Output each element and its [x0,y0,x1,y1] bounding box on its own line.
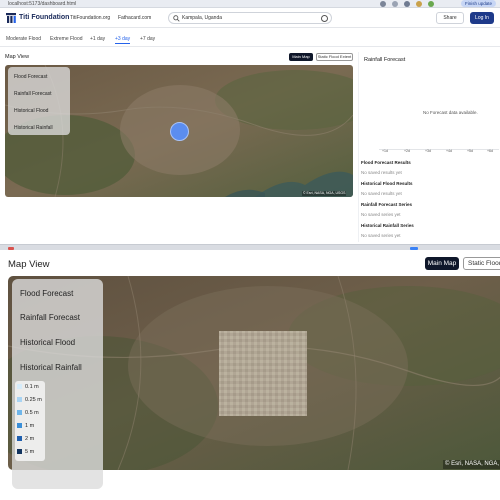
depth-level: 2 m [17,436,34,443]
historical-flood-results-heading: Historical Flood Results [361,181,413,186]
forecast-sidebar: Rainfall Forecast No Forecast data avail… [358,52,500,242]
tab-moderate-flood[interactable]: Moderate Flood [6,35,41,43]
rainfall-forecast-series-empty: No saved series yet [361,212,401,217]
titi-logo-icon [6,13,16,23]
axis-tick: +1d [382,149,388,153]
layer-rainfall-forecast[interactable]: Rainfall Forecast [14,90,52,98]
app-header: Titi Foundation TitiFoundation.org Fatha… [0,8,500,28]
static-flood-extent-button[interactable]: Static Flood Extent [316,53,353,61]
map-zoom-panel: Map View Main Map Static Flood Extent Fl… [0,250,500,500]
locate-icon[interactable] [321,15,328,22]
bookmark-icon[interactable] [392,1,398,7]
main-map-button[interactable]: Main Map [289,53,313,61]
address-bar[interactable]: localhost:5173/dashboard.html [8,0,76,8]
flood-forecast-results-heading: Flood Forecast Results [361,160,411,165]
extension-green-icon[interactable] [428,1,434,7]
forecast-axis [379,149,499,155]
app-overview-panel: localhost:5173/dashboard.html Finish upd… [0,0,500,244]
layer-flood-forecast[interactable]: Flood Forecast [14,73,47,81]
map-layer-legend: Flood Forecast Rainfall Forecast Histori… [8,67,70,135]
map-view-title: Map View [8,259,50,270]
tab-plus-7-day[interactable]: +7 day [140,35,155,43]
location-search[interactable]: Kampala, Uganda [168,12,332,24]
browser-toolbar: localhost:5173/dashboard.html Finish upd… [0,0,500,8]
layer-historical-rainfall[interactable]: Historical Rainfall [14,124,53,132]
rainfall-forecast-title: Rainfall Forecast [364,57,406,63]
layer-flood-forecast[interactable]: Flood Forecast [20,288,73,300]
login-button[interactable]: Log In [470,12,494,24]
tab-extreme-flood[interactable]: Extreme Flood [50,35,83,43]
tab-plus-3-day[interactable]: +3 day [115,35,131,44]
layer-rainfall-forecast[interactable]: Rainfall Forecast [20,312,80,324]
map-attribution: © Esri, NASA, NGA, USGS [302,191,347,196]
extension-icon[interactable] [380,1,386,7]
no-forecast-message: No Forecast data available. [423,110,478,115]
depth-level: 0.25 m [17,397,42,404]
axis-tick: +2d [404,149,410,153]
depth-swatch [17,436,22,441]
flood-forecast-results-empty: No saved results yet [361,170,402,175]
main-map-button[interactable]: Main Map [425,257,459,270]
depth-swatch [17,397,22,402]
map-attribution: © Esri, NASA, NGA, USGS [443,460,500,469]
link-fathacard[interactable]: Fathacard.com [118,14,151,22]
search-input[interactable]: Kampala, Uganda [182,13,222,23]
location-marker[interactable] [170,122,189,141]
depth-swatch [17,384,22,389]
depth-level: 5 m [17,449,34,456]
screenshot-page: { "browser": { "url": "localhost:5173/da… [0,0,500,500]
axis-tick: +4d [446,149,452,153]
depth-swatch [17,423,22,428]
layer-historical-flood[interactable]: Historical Flood [20,337,75,349]
depth-level: 0.1 m [17,384,39,391]
forecast-tabs: Moderate Flood Extreme Flood +1 day +3 d… [0,31,500,47]
finish-update-button[interactable]: Finish update [460,0,496,7]
download-icon[interactable] [404,1,410,7]
link-titifoundation[interactable]: TitiFoundation.org [70,14,110,22]
depth-level: 1 m [17,423,34,430]
layer-historical-rainfall[interactable]: Historical Rainfall [20,362,82,374]
brand-title: Titi Foundation [19,14,70,21]
historical-rainfall-series-empty: No saved series yet [361,233,401,238]
historical-flood-results-empty: No saved results yet [361,191,402,196]
depth-level: 0.5 m [17,410,39,417]
profile-icon[interactable] [416,1,422,7]
search-icon [173,15,180,22]
depth-swatch [17,410,22,415]
tab-plus-1-day[interactable]: +1 day [90,35,105,43]
map-view-title: Map View [5,54,30,60]
flood-depth-scale: 0.1 m 0.25 m 0.5 m 1 m 2 m 5 m [15,381,45,461]
static-flood-extent-button[interactable]: Static Flood Extent [463,257,500,270]
layer-historical-flood[interactable]: Historical Flood [14,107,48,115]
axis-tick: +6d [487,149,493,153]
depth-swatch [17,449,22,454]
historical-rainfall-series-heading: Historical Rainfall Series [361,223,414,228]
axis-tick: +5d [467,149,473,153]
share-button[interactable]: Share [436,12,464,24]
axis-tick: +3d [425,149,431,153]
rainfall-forecast-series-heading: Rainfall Forecast Series [361,202,413,207]
